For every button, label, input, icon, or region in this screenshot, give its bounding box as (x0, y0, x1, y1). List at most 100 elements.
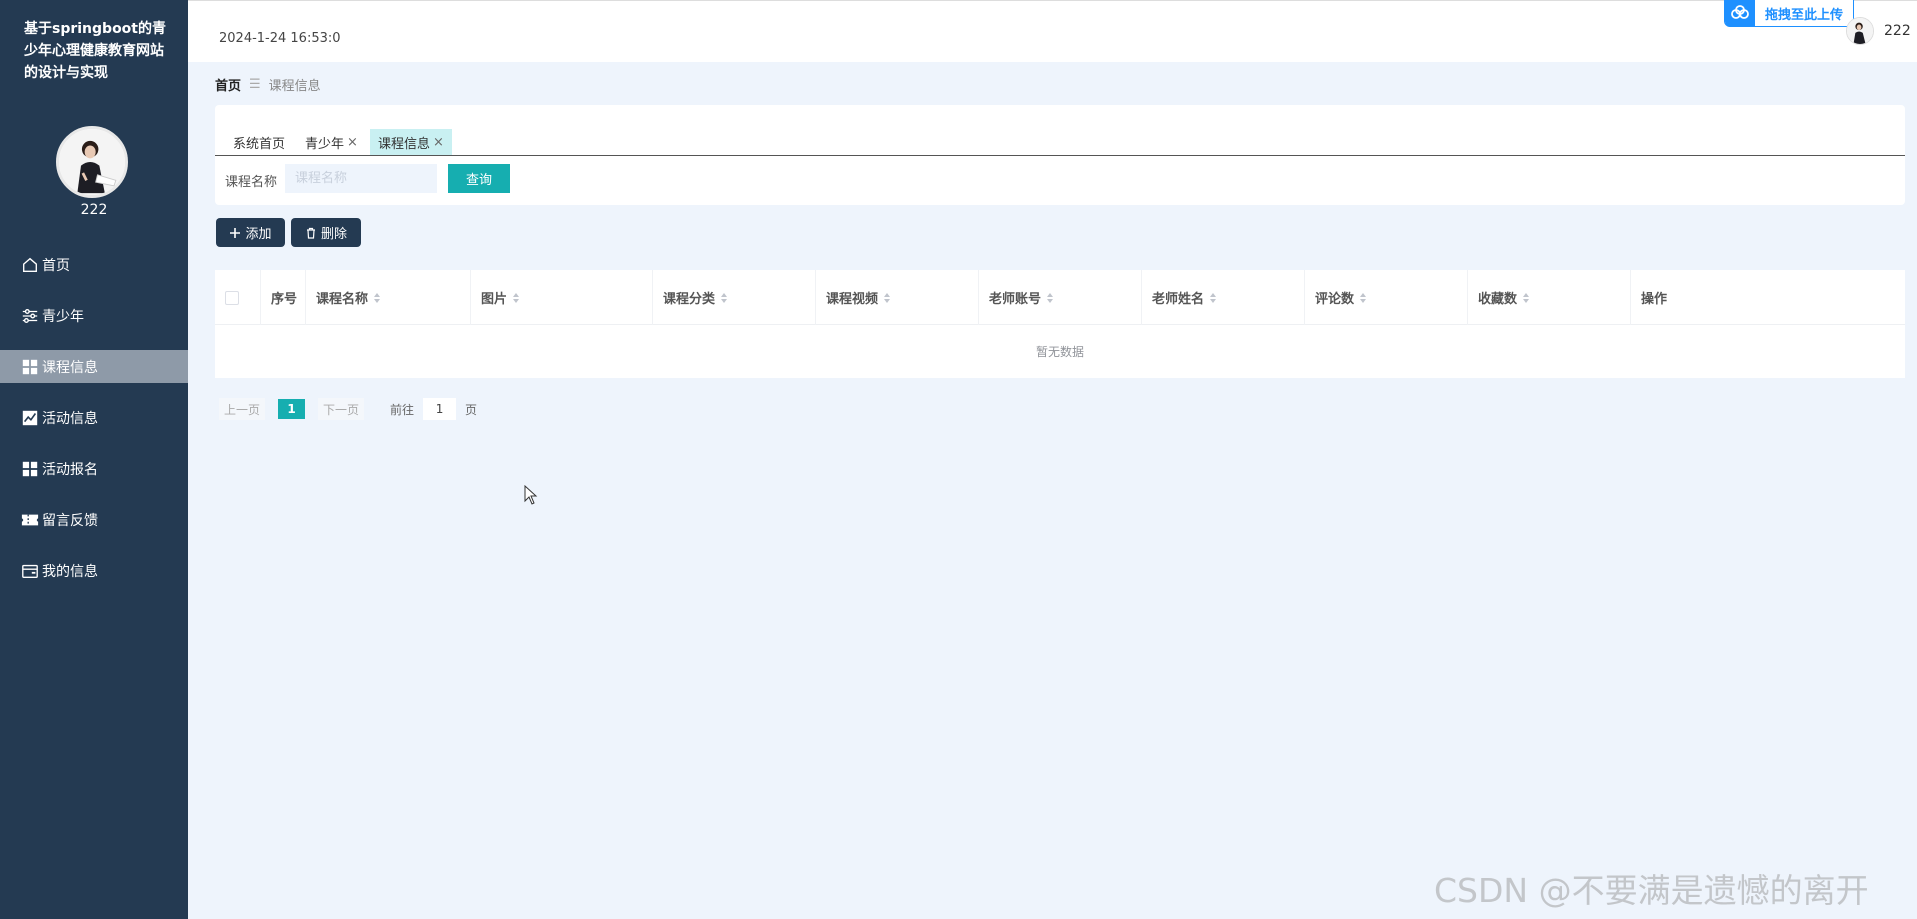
sidebar-item-course-info[interactable]: 课程信息 (0, 350, 188, 383)
add-label: 添加 (245, 227, 272, 242)
close-icon[interactable]: × (433, 135, 444, 150)
sort-caret-icon[interactable] (1360, 292, 1367, 303)
tab-bar: 系统首页 青少年 × 课程信息 × (215, 122, 1905, 156)
column-label: 操作 (1641, 292, 1668, 307)
breadcrumb-current: 课程信息 (268, 79, 321, 94)
top-header: 2024-1-24 16:53:0 (188, 0, 1917, 62)
table-header: 序号 课程名称 图片 课程分类 课程视频 老师账号 老师姓名 评论数 收藏数 操… (215, 270, 1905, 325)
tab-system-home[interactable]: 系统首页 (225, 129, 293, 155)
empty-state: 暂无数据 (1035, 345, 1084, 359)
tab-label: 青少年 (305, 136, 345, 152)
column-label: 课程名称 (316, 292, 369, 307)
goto-label: 前往 (390, 402, 415, 417)
column-label: 课程分类 (663, 292, 716, 307)
sidebar: 基于springboot的青少年心理健康教育网站的设计与实现 222 首页 青少… (0, 0, 188, 919)
sidebar-item-youth[interactable]: 青少年 (0, 299, 188, 332)
tab-course-info[interactable]: 课程信息 × (369, 129, 452, 155)
prev-page-button[interactable]: 上一页 (219, 398, 266, 420)
sort-caret-icon[interactable] (374, 292, 381, 303)
sidebar-item-home[interactable]: 首页 (0, 248, 188, 281)
breadcrumb-home[interactable]: 首页 (215, 75, 241, 94)
sort-caret-icon[interactable] (721, 292, 728, 303)
header-avatar[interactable] (1846, 17, 1874, 45)
watermark: CSDN @不要满是遗憾的离开 (1434, 871, 1869, 910)
column-label: 老师姓名 (1152, 292, 1205, 307)
column-header: 序号 (261, 270, 306, 325)
avatar[interactable] (56, 126, 128, 198)
column-label: 收藏数 (1478, 292, 1518, 307)
sidebar-item-activity-info[interactable]: 活动信息 (0, 401, 188, 434)
mouse-cursor-icon (524, 485, 538, 505)
sidebar-item-label: 活动报名 (42, 461, 98, 478)
upload-label: 拖拽至此上传 (1764, 7, 1843, 23)
course-name-search-input[interactable] (285, 164, 437, 193)
column-header-sortable[interactable]: 图片 (471, 270, 653, 325)
app-title: 基于springboot的青少年心理健康教育网站的设计与实现 (24, 21, 166, 81)
sidebar-item-label: 留言反馈 (42, 512, 98, 529)
upload-drop-button[interactable]: 拖拽至此上传 (1724, 0, 1854, 27)
column-label: 评论数 (1315, 292, 1355, 307)
page-unit-label: 页 (465, 402, 478, 417)
delete-button[interactable]: 删除 (291, 218, 361, 247)
column-header-sortable[interactable]: 课程分类 (653, 270, 816, 325)
header-datetime: 2024-1-24 16:53:0 (219, 31, 341, 46)
column-label: 课程视频 (826, 292, 879, 307)
home-icon (20, 255, 40, 275)
column-header-sortable[interactable]: 课程视频 (816, 270, 979, 325)
query-button[interactable]: 查询 (448, 164, 510, 193)
sliders-icon (20, 306, 40, 326)
column-header: 操作 (1631, 270, 1905, 325)
sidebar-item-my-info[interactable]: 我的信息 (0, 554, 188, 587)
column-label: 序号 (271, 292, 298, 307)
column-header-sortable[interactable]: 评论数 (1305, 270, 1468, 325)
wallet-icon (20, 561, 40, 581)
chart-icon (20, 408, 40, 428)
tab-youth[interactable]: 青少年 × (297, 129, 366, 155)
header-avatar-image (1847, 18, 1873, 44)
search-label: 课程名称 (225, 175, 278, 190)
tab-label: 课程信息 (377, 136, 430, 152)
grid-icon (20, 459, 40, 479)
pagination: 上一页 1 下一页 前往 页 (219, 398, 477, 420)
avatar-image (59, 129, 125, 195)
sidebar-item-label: 课程信息 (42, 359, 98, 376)
course-table: 序号 课程名称 图片 课程分类 课程视频 老师账号 老师姓名 评论数 收藏数 操… (215, 270, 1905, 378)
page-number-current[interactable]: 1 (278, 399, 306, 419)
sidebar-item-activity-signup[interactable]: 活动报名 (0, 452, 188, 485)
grid-icon (20, 357, 40, 377)
close-icon[interactable]: × (347, 135, 358, 150)
sort-caret-icon[interactable] (1047, 292, 1054, 303)
column-header-sortable[interactable]: 老师账号 (979, 270, 1142, 325)
goto-page-input[interactable] (423, 398, 457, 420)
sidebar-item-label: 首页 (42, 257, 70, 274)
sidebar-item-label: 青少年 (42, 308, 84, 325)
sort-caret-icon[interactable] (513, 292, 520, 303)
sidebar-item-label: 我的信息 (42, 563, 98, 580)
column-header-sortable[interactable]: 收藏数 (1468, 270, 1631, 325)
sort-caret-icon[interactable] (1523, 292, 1530, 303)
sidebar-item-feedback[interactable]: 留言反馈 (0, 503, 188, 536)
tabs-search-card: 系统首页 青少年 × 课程信息 × 课程名称 查询 (215, 105, 1905, 205)
column-header-sortable[interactable]: 老师姓名 (1142, 270, 1305, 325)
delete-label: 删除 (320, 227, 347, 242)
breadcrumb-separator-icon: ☰ (249, 77, 261, 92)
header-username[interactable]: 222 (1884, 23, 1911, 39)
sidebar-username: 222 (80, 202, 108, 218)
cloud-upload-icon (1725, 0, 1755, 27)
column-label: 老师账号 (989, 292, 1042, 307)
sidebar-menu: 首页 青少年 课程信息 活动信息 活动报名 留言反馈 我的信息 (0, 248, 188, 605)
ticket-icon (20, 510, 40, 530)
sort-caret-icon[interactable] (1210, 292, 1217, 303)
next-page-button[interactable]: 下一页 (318, 398, 365, 420)
sort-caret-icon[interactable] (884, 292, 891, 303)
column-header-sortable[interactable]: 课程名称 (306, 270, 471, 325)
select-all-cell (215, 270, 261, 325)
column-label: 图片 (481, 292, 508, 307)
tab-label: 系统首页 (233, 136, 286, 152)
select-all-checkbox[interactable] (225, 290, 239, 305)
add-button[interactable]: 添加 (216, 218, 285, 247)
sidebar-item-label: 活动信息 (42, 410, 98, 427)
trash-icon (305, 227, 317, 239)
plus-icon (229, 227, 241, 239)
breadcrumb: 首页 ☰ 课程信息 (215, 75, 321, 94)
